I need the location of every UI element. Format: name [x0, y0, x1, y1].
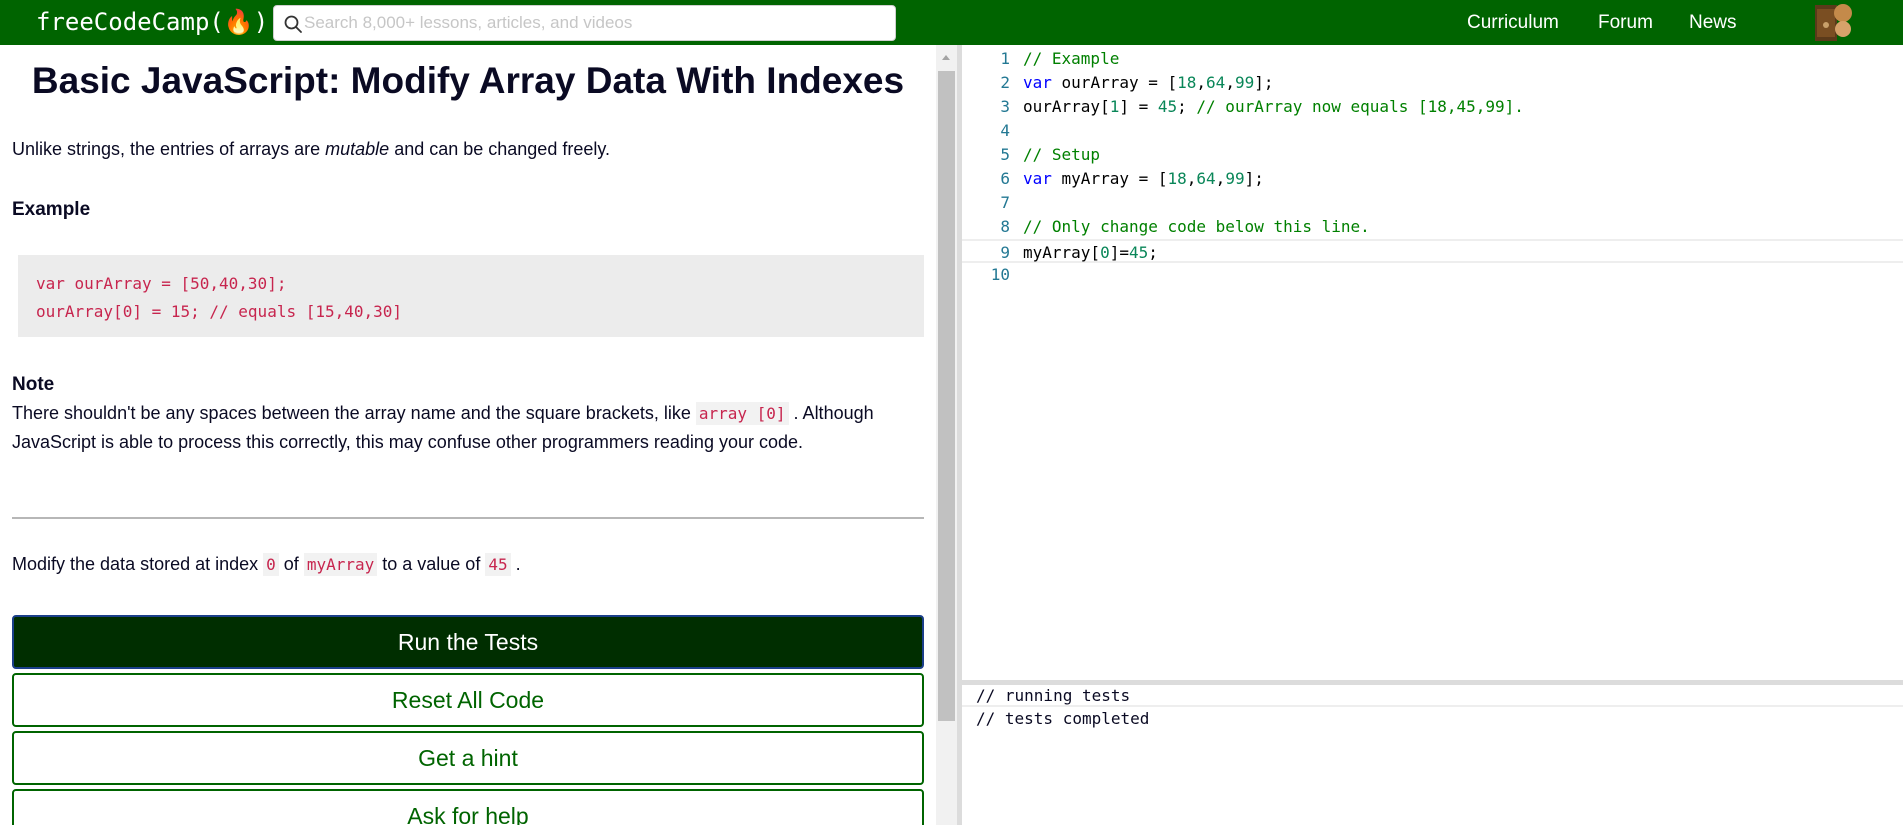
inline-code: 45: [485, 553, 511, 576]
task-text: to a value of: [377, 554, 486, 574]
task-text: of: [278, 554, 304, 574]
line-code[interactable]: myArray[0]=45;: [1023, 241, 1158, 265]
search-box[interactable]: [273, 5, 896, 41]
scrollbar-thumb[interactable]: [938, 71, 955, 721]
instructions-pane: Basic JavaScript: Modify Array Data With…: [0, 45, 940, 825]
line-number: 10: [990, 265, 1010, 284]
line-number: 2: [1000, 73, 1010, 92]
line-number: 7: [1000, 193, 1010, 212]
console-divider: [962, 705, 1903, 707]
line-number: 4: [1000, 121, 1010, 140]
intro-text-2: and can be changed freely.: [389, 139, 611, 159]
section-divider: [12, 517, 924, 519]
line-code[interactable]: // Example: [1023, 47, 1119, 71]
nav-link-forum[interactable]: Forum: [1598, 10, 1653, 36]
line-code[interactable]: ourArray[1] = 45; // ourArray now equals…: [1023, 95, 1524, 119]
freecodecamp-logo[interactable]: freeCodeCamp(🔥): [36, 7, 268, 37]
top-navbar: freeCodeCamp(🔥) Curriculum Forum News: [0, 0, 1903, 45]
search-icon: [284, 15, 302, 33]
task-text: Modify the data stored at index: [12, 554, 264, 574]
nav-link-curriculum[interactable]: Curriculum: [1467, 10, 1559, 36]
inline-code: myArray: [303, 553, 378, 576]
console-line: // running tests: [976, 686, 1131, 705]
note-text-1: There shouldn't be any spaces between th…: [12, 403, 696, 423]
editor-line[interactable]: 3 ourArray[1] = 45; // ourArray now equal…: [962, 95, 1903, 119]
search-input[interactable]: [304, 6, 884, 40]
editor-line[interactable]: 4: [962, 119, 1903, 143]
example-code-line: ourArray[0] = 15; // equals [15,40,30]: [36, 302, 403, 321]
line-number: 1: [1000, 49, 1010, 68]
task-paragraph: Modify the data stored at index 0 of myA…: [12, 550, 924, 579]
intro-paragraph: Unlike strings, the entries of arrays ar…: [12, 135, 924, 164]
run-tests-button[interactable]: Run the Tests: [12, 615, 924, 669]
editor-line[interactable]: 6 var myArray = [18,64,99];: [962, 167, 1903, 191]
line-number: 6: [1000, 169, 1010, 188]
avatar-image: [1813, 1, 1855, 43]
example-code-line: var ourArray = [50,40,30];: [36, 274, 287, 293]
user-avatar[interactable]: [1813, 1, 1855, 43]
nav-link-news[interactable]: News: [1689, 10, 1737, 36]
intro-text-1: Unlike strings, the entries of arrays ar…: [12, 139, 326, 159]
note-paragraph: There shouldn't be any spaces between th…: [12, 399, 924, 457]
line-number: 8: [1000, 217, 1010, 236]
reset-code-button[interactable]: Reset All Code: [12, 673, 924, 727]
example-code-block: var ourArray = [50,40,30]; ourArray[0] =…: [18, 255, 924, 337]
line-code[interactable]: // Only change code below this line.: [1023, 215, 1370, 239]
editor-line[interactable]: 8 // Only change code below this line.: [962, 215, 1903, 239]
get-hint-button[interactable]: Get a hint: [12, 731, 924, 785]
inline-code: array [0]: [695, 402, 789, 425]
editor-line[interactable]: 10: [962, 263, 1903, 287]
editor-line[interactable]: 9 myArray[0]=45;: [962, 239, 1903, 263]
line-code[interactable]: var myArray = [18,64,99];: [1023, 167, 1264, 191]
code-editor[interactable]: 1 // Example 2 var ourArray = [18,64,99]; 3 o…: [962, 45, 1903, 680]
example-heading: Example: [12, 199, 91, 220]
ask-help-button[interactable]: Ask for help: [12, 789, 924, 825]
console-line: // tests completed: [976, 709, 1150, 728]
task-text: .: [510, 554, 521, 574]
editor-line[interactable]: 2 var ourArray = [18,64,99];: [962, 71, 1903, 95]
challenge-title: Basic JavaScript: Modify Array Data With…: [31, 60, 905, 101]
editor-line[interactable]: 1 // Example: [962, 47, 1903, 71]
editor-line[interactable]: 7: [962, 191, 1903, 215]
line-code[interactable]: // Setup: [1023, 143, 1100, 167]
output-console: // running tests // tests completed: [962, 685, 1903, 825]
scroll-up-arrow-icon[interactable]: [942, 55, 950, 60]
intro-emphasis: mutable: [325, 139, 390, 159]
editor-line[interactable]: 5 // Setup: [962, 143, 1903, 167]
line-number: 9: [1000, 243, 1010, 262]
line-code[interactable]: var ourArray = [18,64,99];: [1023, 71, 1273, 95]
instructions-scrollbar[interactable]: [936, 45, 957, 825]
note-heading: Note: [12, 374, 55, 395]
inline-code: 0: [263, 553, 279, 576]
line-number: 5: [1000, 145, 1010, 164]
line-number: 3: [1000, 97, 1010, 116]
